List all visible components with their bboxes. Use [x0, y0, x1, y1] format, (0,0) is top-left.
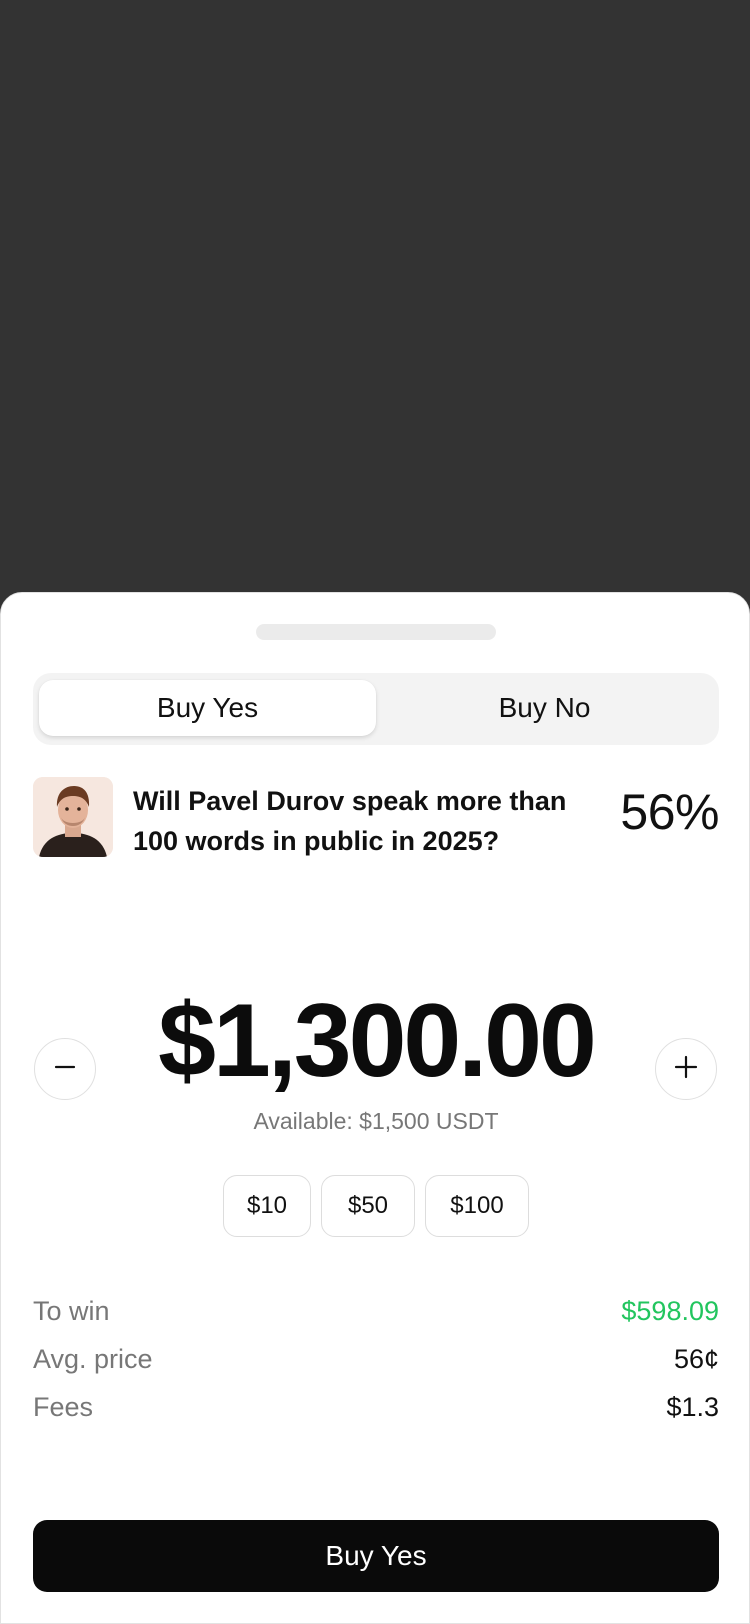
summary-row-fees: Fees $1.3: [33, 1383, 719, 1431]
quick-amount-100[interactable]: $100: [425, 1175, 529, 1237]
plus-icon: [674, 1055, 698, 1084]
fees-value: $1.3: [666, 1391, 719, 1422]
fees-label: Fees: [33, 1391, 94, 1422]
quick-amount-10[interactable]: $10: [223, 1175, 311, 1237]
sheet-grabber[interactable]: [256, 624, 496, 640]
avg-price-label: Avg. price: [33, 1343, 153, 1374]
to-win-value: $598.09: [621, 1295, 719, 1326]
increase-amount-button[interactable]: [655, 1038, 717, 1100]
to-win-label: To win: [33, 1295, 110, 1326]
buy-yes-button[interactable]: Buy Yes: [33, 1520, 719, 1592]
quick-amount-50[interactable]: $50: [321, 1175, 415, 1237]
tab-buy-yes[interactable]: Buy Yes: [39, 680, 376, 736]
market-probability: 56%: [620, 784, 719, 840]
tab-buy-no[interactable]: Buy No: [376, 680, 713, 736]
quick-amounts: $10 $50 $100: [1, 1175, 750, 1237]
stake-amount[interactable]: $1,300.00: [1, 981, 750, 1101]
side-selector: Buy Yes Buy No: [33, 673, 719, 745]
market-avatar: [33, 777, 113, 857]
bottom-sheet: Buy Yes Buy No Will Pavel Durov speak mo…: [0, 592, 750, 1624]
market-question: Will Pavel Durov speak more than 100 wor…: [133, 786, 567, 856]
summary-row-to-win: To win $598.09: [33, 1287, 719, 1335]
market-header: Will Pavel Durov speak more than 100 wor…: [33, 777, 719, 861]
summary-row-avg-price: Avg. price 56¢: [33, 1335, 719, 1383]
order-summary: To win $598.09 Avg. price 56¢ Fees $1.3: [33, 1287, 719, 1431]
avg-price-value: 56¢: [673, 1343, 719, 1374]
available-balance: Available: $1,500 USDT: [253, 1108, 499, 1134]
